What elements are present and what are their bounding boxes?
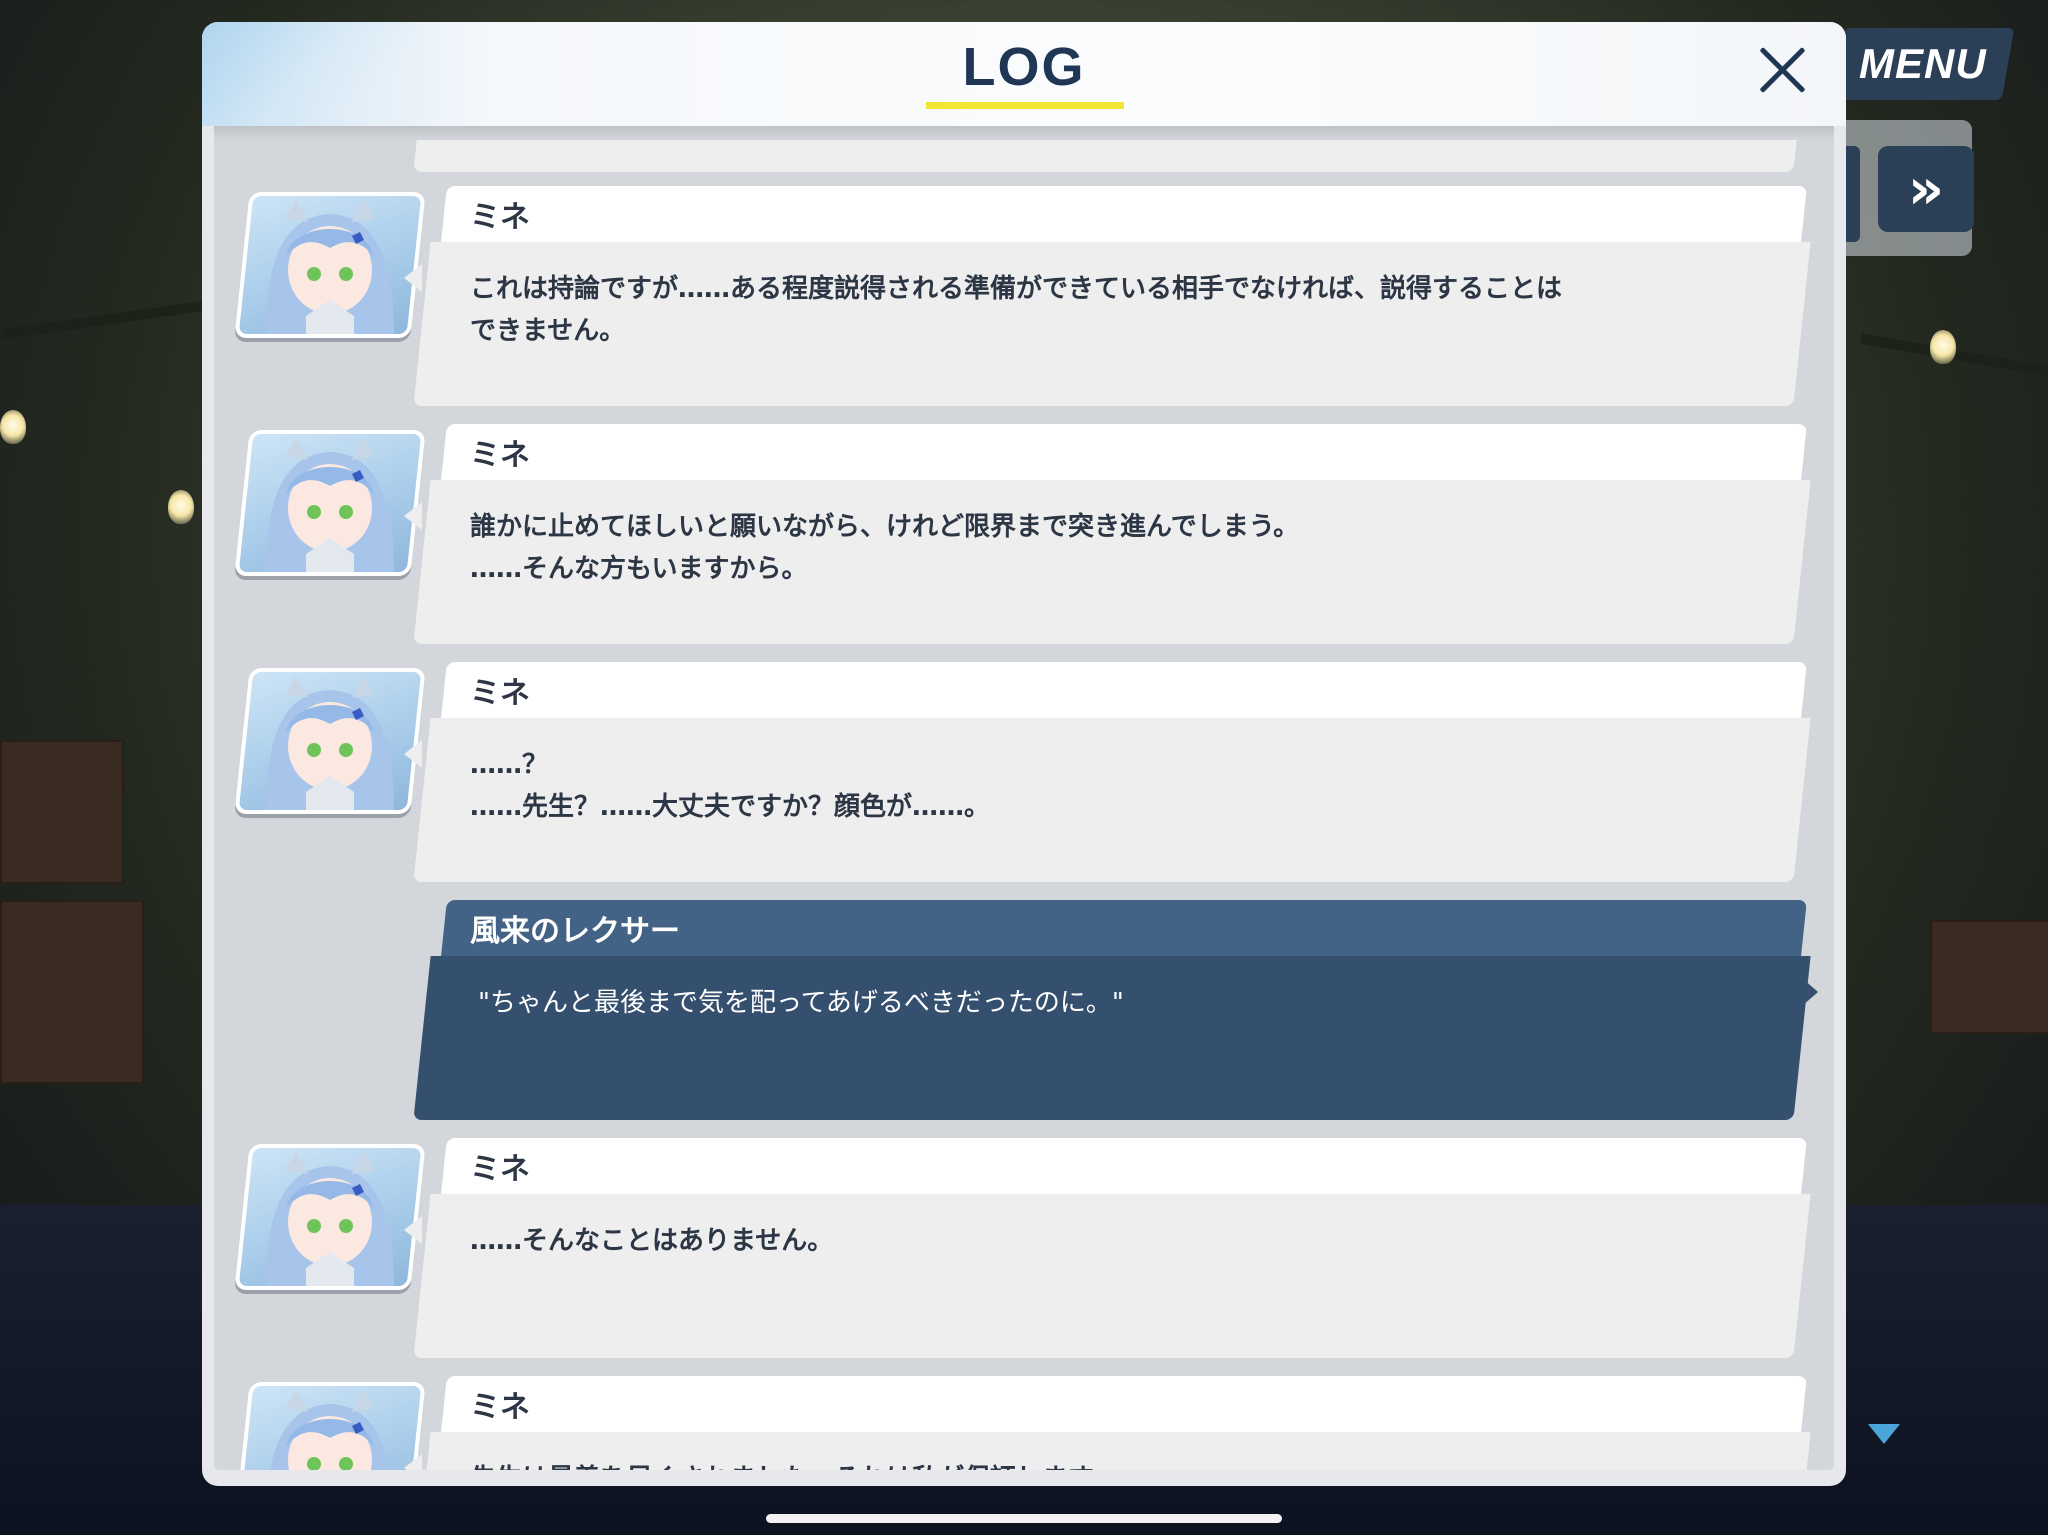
character-portrait — [266, 438, 394, 572]
lightbulb — [0, 410, 26, 444]
character-portrait — [266, 1390, 394, 1470]
avatar — [234, 1144, 426, 1290]
log-entry: ミネ これは持論ですが……ある程度説得される準備ができている相手でなければ、説得… — [214, 186, 1834, 416]
character-portrait — [266, 200, 394, 334]
dialogue-bubble: ミネ ……？ ……先生？……大丈夫ですか？顔色が……。 — [404, 662, 1832, 882]
dialogue-line: ……そんなことはありません。 — [470, 1226, 834, 1256]
character-portrait — [266, 1152, 394, 1286]
close-icon[interactable] — [1750, 38, 1814, 102]
avatar — [234, 192, 426, 338]
dialogue-line: ……そんな方もいますから。 — [470, 554, 808, 584]
speaker-name: ミネ — [470, 438, 530, 473]
top-fade — [214, 126, 1834, 140]
avatar — [234, 668, 426, 814]
dialogue-line: できません。 — [470, 316, 626, 346]
bubble-tail — [404, 502, 422, 530]
log-panel: LOG ミネ これは持論ですが……ある程度説得される準備ができている相手でなけれ… — [202, 22, 1846, 1486]
menu-label: MENU — [1859, 40, 1987, 87]
dialogue-bubble: ミネ 誰かに止めてほしいと願いながら、けれど限界まで突き進んでしまう。 ……そん… — [404, 424, 1832, 644]
speaker-bar — [441, 1138, 1807, 1194]
dialogue-bubble: ミネ 先生は最善を尽くされました。それは私が保証します。 — [404, 1376, 1832, 1470]
dialogue-bubble: ミネ ……そんなことはありません。 — [404, 1138, 1832, 1358]
avatar — [234, 430, 426, 576]
scroll-down-icon[interactable] — [1868, 1424, 1900, 1444]
speaker-bar — [441, 424, 1807, 480]
dialogue-line: ……？ — [470, 750, 549, 780]
bubble-tail — [404, 264, 422, 292]
log-scroll-area[interactable]: ミネ これは持論ですが……ある程度説得される準備ができている相手でなければ、説得… — [214, 126, 1834, 1470]
log-entry: ミネ ……そんなことはありません。 — [214, 1138, 1834, 1368]
home-indicator[interactable] — [766, 1514, 1282, 1523]
bubble-tail — [404, 740, 422, 768]
lightbulb — [1930, 330, 1956, 364]
bubble-tail — [404, 1454, 422, 1470]
speaker-bar — [441, 186, 1807, 242]
panel-title: LOG — [962, 37, 1086, 97]
dialogue-bubble: ミネ これは持論ですが……ある程度説得される準備ができている相手でなければ、説得… — [404, 186, 1832, 406]
menu-button[interactable]: MENU — [1831, 28, 2015, 100]
player-dialogue-bubble: 風来のレクサー "ちゃんと最後まで気を配ってあげるべきだったのに。" — [413, 900, 1832, 1120]
speaker-bar — [441, 662, 1807, 718]
bubble-tail — [404, 1216, 422, 1244]
wooden-crate — [1930, 920, 2048, 1034]
log-entry: ミネ 誰かに止めてほしいと願いながら、けれど限界まで突き進んでしまう。 ……そん… — [214, 424, 1834, 654]
dialogue-line: これは持論ですが……ある程度説得される準備ができている相手でなければ、説得するこ… — [470, 274, 1563, 304]
dialogue-line: 先生は最善を尽くされました。それは私が保証します。 — [470, 1458, 1117, 1470]
bubble-body — [413, 956, 1811, 1120]
character-portrait — [266, 676, 394, 810]
speaker-name: ミネ — [470, 676, 530, 711]
avatar — [234, 1382, 426, 1470]
log-entry: ミネ 先生は最善を尽くされました。それは私が保証します。 — [214, 1376, 1834, 1470]
speaker-name: ミネ — [470, 1390, 530, 1425]
log-entry: ミネ ……？ ……先生？……大丈夫ですか？顔色が……。 — [214, 662, 1834, 892]
lightbulb — [168, 490, 194, 524]
bubble-body — [413, 1194, 1811, 1358]
log-header: LOG — [202, 22, 1846, 126]
wooden-crate — [0, 740, 124, 884]
bubble-tail — [1802, 978, 1818, 1006]
log-entry-player: 風来のレクサー "ちゃんと最後まで気を配ってあげるべきだったのに。" — [214, 900, 1834, 1130]
speaker-bar — [441, 1376, 1807, 1432]
speaker-name: ミネ — [470, 200, 530, 235]
dialogue-line: 誰かに止めてほしいと願いながら、けれど限界まで突き進んでしまう。 — [470, 512, 1300, 542]
speaker-name: 風来のレクサー — [470, 914, 680, 949]
wooden-crate — [0, 900, 144, 1084]
title-underline — [926, 102, 1124, 109]
speaker-name: ミネ — [470, 1152, 530, 1187]
fast-forward-icon[interactable]: » — [1878, 146, 1974, 232]
dialogue-line: ……先生？……大丈夫ですか？顔色が……。 — [470, 792, 991, 822]
dialogue-line: "ちゃんと最後まで気を配ってあげるべきだったのに。" — [478, 988, 1124, 1018]
